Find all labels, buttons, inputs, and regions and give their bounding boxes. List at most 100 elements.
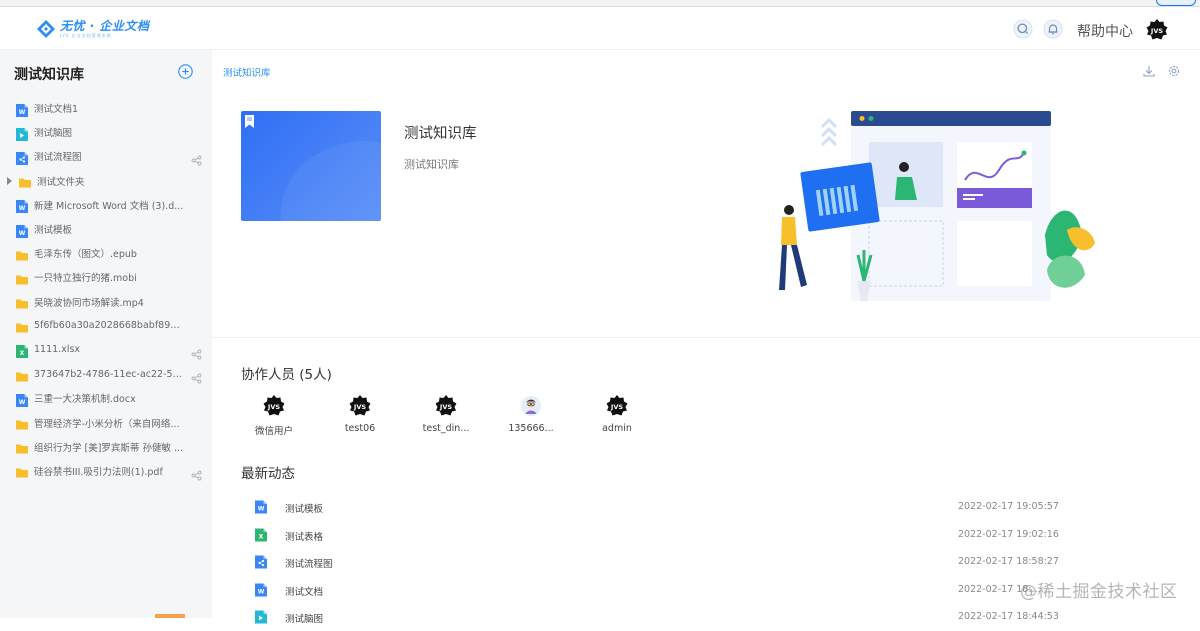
member-avatar bbox=[520, 395, 542, 417]
search-icon[interactable] bbox=[1013, 19, 1033, 39]
svg-text:JVS: JVS bbox=[353, 403, 366, 411]
activity-time: 2022-02-17 18:58:27 bbox=[958, 556, 1059, 567]
activity-file-name: 测试流程图 bbox=[285, 559, 333, 570]
activity-time: 2022-02-17 19:02:16 bbox=[958, 528, 1059, 540]
member-avatar: JVS bbox=[435, 395, 457, 417]
sidebar-item[interactable]: W 新建 Microsoft Word 文档 (3).d... bbox=[0, 193, 212, 217]
knowledge-base-description: 测试知识库 bbox=[404, 158, 459, 171]
download-icon[interactable] bbox=[1142, 64, 1156, 78]
activity-file-name: 测试表格 bbox=[285, 531, 324, 543]
sidebar-item[interactable]: W 测试文档1 bbox=[0, 96, 212, 120]
sidebar-item-label: 硅谷禁书III.吸引力法则(1).pdf bbox=[34, 466, 163, 478]
member[interactable]: JVS test06 bbox=[330, 395, 390, 434]
sidebar-item-label: 管理经济学-小米分析（来自网络... bbox=[34, 418, 180, 430]
member[interactable]: JVS 微信用户 bbox=[244, 395, 304, 437]
folder-icon bbox=[16, 247, 28, 261]
sidebar-item[interactable]: 硅谷禁书III.吸引力法则(1).pdf bbox=[0, 459, 212, 483]
sidebar-item-label: 毛泽东传（图文）.epub bbox=[34, 249, 137, 261]
member-name: 135666... bbox=[508, 423, 554, 434]
logo-subtitle: JVS 企业文档管理系统 bbox=[60, 33, 112, 38]
bell-icon[interactable] bbox=[1043, 19, 1063, 39]
share-icon[interactable] bbox=[191, 466, 202, 481]
mindmap-file-icon bbox=[255, 609, 267, 624]
share-icon[interactable] bbox=[191, 369, 202, 384]
member-name: test06 bbox=[344, 423, 376, 434]
member-name: admin bbox=[602, 423, 632, 434]
sidebar-item[interactable]: X 1111.xlsx bbox=[0, 338, 212, 362]
help-center-link[interactable]: 帮助中心 bbox=[1077, 21, 1133, 41]
sidebar-item[interactable]: 测试脑图 bbox=[0, 120, 212, 144]
user-avatar[interactable]: JVS bbox=[1146, 19, 1168, 41]
word-file-icon: W bbox=[16, 102, 28, 117]
folder-icon bbox=[16, 271, 28, 285]
flowchart-file-icon bbox=[255, 554, 267, 569]
browser-action-button[interactable] bbox=[1156, 0, 1196, 6]
word-file-icon: W bbox=[16, 392, 28, 407]
sidebar-item[interactable]: 吴晓波协同市场解读.mp4 bbox=[0, 290, 212, 314]
sidebar-item[interactable]: W 三重一大决策机制.docx bbox=[0, 386, 212, 410]
sidebar-title: 测试知识库 bbox=[14, 67, 84, 83]
app-header: 无忧 · 企业文档 JVS 企业文档管理系统 帮助中心 JVS bbox=[0, 7, 1200, 50]
sidebar-item-label: 三重一大决策机制.docx bbox=[34, 394, 136, 406]
add-icon[interactable] bbox=[178, 64, 193, 79]
member-name: test_din... bbox=[422, 423, 470, 434]
sidebar-item[interactable]: 测试流程图 bbox=[0, 144, 212, 168]
browser-toolbar-strip bbox=[0, 0, 1200, 7]
sidebar-item-label: 组织行为学 [美]罗宾斯蒂 孙健敏 ... bbox=[34, 442, 184, 454]
word-file-icon: W bbox=[255, 582, 267, 596]
sidebar-item[interactable]: 373647b2-4786-11ec-ac22-52... bbox=[0, 362, 212, 386]
app-logo[interactable]: 无忧 · 企业文档 JVS 企业文档管理系统 bbox=[36, 18, 149, 40]
svg-text:JVS: JVS bbox=[1150, 27, 1163, 35]
activity-file-name: 测试文档 bbox=[285, 586, 324, 598]
sidebar-item[interactable]: 毛泽东传（图文）.epub bbox=[0, 241, 212, 265]
svg-text:W: W bbox=[258, 506, 265, 513]
svg-text:W: W bbox=[19, 109, 26, 116]
activity-row[interactable]: X 测试表格 2022-02-17 19:02:16 bbox=[252, 521, 1072, 549]
word-file-icon: W bbox=[255, 499, 267, 514]
folder-icon bbox=[16, 416, 28, 430]
activity-row[interactable]: 测试脑图 2022-02-17 18:44:53 bbox=[252, 603, 1072, 631]
activity-row[interactable]: W 测试模板 2022-02-17 19:05:57 bbox=[252, 493, 1072, 521]
activity-file-name: 测试脑图 bbox=[285, 614, 324, 625]
svg-text:W: W bbox=[19, 230, 26, 237]
sidebar-item-label: 新建 Microsoft Word 文档 (3).d... bbox=[34, 200, 184, 212]
bottom-accent-bar bbox=[155, 614, 185, 618]
member[interactable]: JVS admin bbox=[587, 395, 647, 434]
sidebar-item-label: 测试模板 bbox=[34, 225, 73, 237]
activity-list: W 测试模板 2022-02-17 19:05:57 X 测试表格 2022-02-17 … bbox=[252, 493, 1072, 631]
sidebar-item[interactable]: 5f6fb60a30a2028668babf8943... bbox=[0, 314, 212, 338]
share-icon[interactable] bbox=[191, 151, 202, 166]
folder-icon bbox=[16, 319, 28, 333]
word-file-icon: W bbox=[16, 198, 28, 214]
sidebar-item[interactable]: W 测试模板 bbox=[0, 217, 212, 241]
member[interactable]: JVS test_din... bbox=[416, 395, 476, 434]
member-avatar: JVS bbox=[606, 395, 628, 417]
settings-icon[interactable] bbox=[1167, 64, 1181, 78]
member[interactable]: 135666... bbox=[501, 395, 561, 434]
sidebar-item[interactable]: 管理经济学-小米分析（来自网络... bbox=[0, 410, 212, 434]
svg-text:W: W bbox=[258, 588, 265, 595]
sidebar-item-label: 测试文件夹 bbox=[37, 176, 85, 188]
activity-row[interactable]: W 测试文档 2022-02-17 18:... bbox=[252, 576, 1072, 604]
breadcrumb[interactable]: 测试知识库 bbox=[223, 65, 271, 79]
folder-icon bbox=[16, 295, 28, 309]
expand-caret-icon[interactable] bbox=[7, 176, 12, 185]
sidebar: 测试知识库 W 测试文档1 测试脑图测试流程图测试文件夹 W 新建 Microsoft … bbox=[0, 50, 212, 618]
sidebar-item[interactable]: 一只特立独行的猪.mobi bbox=[0, 265, 212, 289]
member-avatar: JVS bbox=[263, 395, 285, 417]
sidebar-item-label: 测试流程图 bbox=[34, 152, 82, 164]
members-title: 协作人员 (5人) bbox=[241, 367, 332, 383]
sidebar-item[interactable]: 组织行为学 [美]罗宾斯蒂 孙健敏 ... bbox=[0, 435, 212, 459]
activity-title: 最新动态 bbox=[241, 466, 295, 482]
svg-text:W: W bbox=[19, 399, 26, 406]
logo-title: 无忧 · 企业文档 bbox=[60, 19, 150, 33]
excel-file-icon: X bbox=[255, 527, 267, 541]
flowchart-file-icon bbox=[16, 150, 28, 165]
sidebar-item[interactable]: 测试文件夹 bbox=[0, 169, 212, 193]
activity-row[interactable]: 测试流程图 2022-02-17 18:58:27 bbox=[252, 548, 1072, 576]
folder-icon bbox=[19, 174, 31, 188]
mindmap-file-icon bbox=[16, 126, 28, 141]
share-icon[interactable] bbox=[191, 345, 202, 360]
sidebar-item-label: 5f6fb60a30a2028668babf8943... bbox=[34, 320, 184, 332]
activity-time: 2022-02-17 18:44:53 bbox=[958, 611, 1059, 622]
